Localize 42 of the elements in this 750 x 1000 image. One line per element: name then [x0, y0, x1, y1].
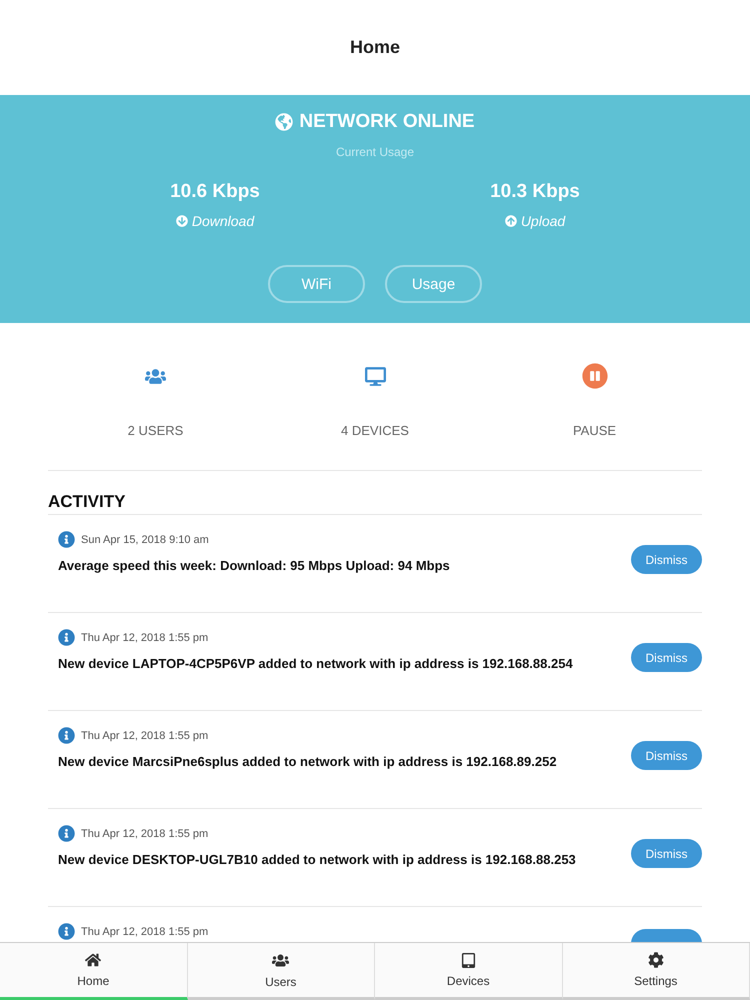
tab[interactable]: Settings [562, 943, 750, 1000]
rate-value: 10.6 Kbps [170, 181, 260, 203]
dismiss-button[interactable]: Dismiss [631, 545, 702, 574]
download-icon [176, 215, 188, 227]
activity-message: New device LAPTOP-4CP5P6VP added to network with ip address is 192.168.88.254 [58, 656, 573, 671]
info-icon [58, 727, 75, 744]
activity-message: New device DESKTOP-UGL7B10 added to network with ip address is 192.168.88.253 [58, 852, 576, 867]
shortcut-label[interactable]: PAUSE [572, 423, 616, 438]
shortcut-label[interactable]: 4 DEVICES [341, 423, 409, 438]
activity-message: Average speed this week: Download: 95 Mbps Upload: 94 Mbps [58, 558, 450, 573]
tab[interactable]: Home [0, 943, 188, 1000]
usage-caption: Current Usage [336, 145, 414, 159]
globe-icon [275, 113, 294, 131]
monitor-icon [364, 366, 386, 386]
page-title: Home [350, 37, 400, 58]
shortcut-label[interactable]: 2 USERS [128, 423, 184, 438]
activity-message: New device MarcsiPne6splus added to network with ip address is 192.168.89.252 [58, 754, 557, 769]
info-icon [58, 923, 75, 940]
activity-date: Thu Apr 12, 2018 1:55 pm [81, 828, 208, 840]
activity-date: Thu Apr 12, 2018 1:55 pm [81, 632, 208, 644]
activity-date: Thu Apr 12, 2018 1:55 pm [81, 926, 208, 938]
dismiss-button[interactable]: Dismiss [631, 643, 702, 672]
dismiss-button[interactable]: Dismiss [631, 741, 702, 770]
rate-label: Upload [520, 213, 566, 229]
users-icon [272, 952, 290, 968]
network-status: NETWORK ONLINE [299, 111, 475, 133]
section-title: ACTIVITY [48, 471, 702, 515]
settings-icon [648, 952, 664, 968]
info-icon [58, 825, 75, 842]
tablet-icon [460, 952, 476, 968]
tab[interactable]: Devices [375, 943, 562, 1000]
rate-value: 10.3 Kbps [490, 181, 580, 203]
dismiss-button[interactable]: Dismiss [631, 839, 702, 868]
info-icon [58, 629, 75, 646]
activity-date: Sun Apr 15, 2018 9:10 am [81, 534, 209, 546]
home-icon [85, 952, 102, 968]
pause-icon [582, 363, 608, 389]
tab[interactable]: Users [188, 943, 375, 1000]
activity-date: Thu Apr 12, 2018 1:55 pm [81, 730, 208, 742]
rate-label: Download [192, 213, 254, 229]
info-icon [58, 531, 75, 548]
upload-icon [504, 215, 517, 227]
